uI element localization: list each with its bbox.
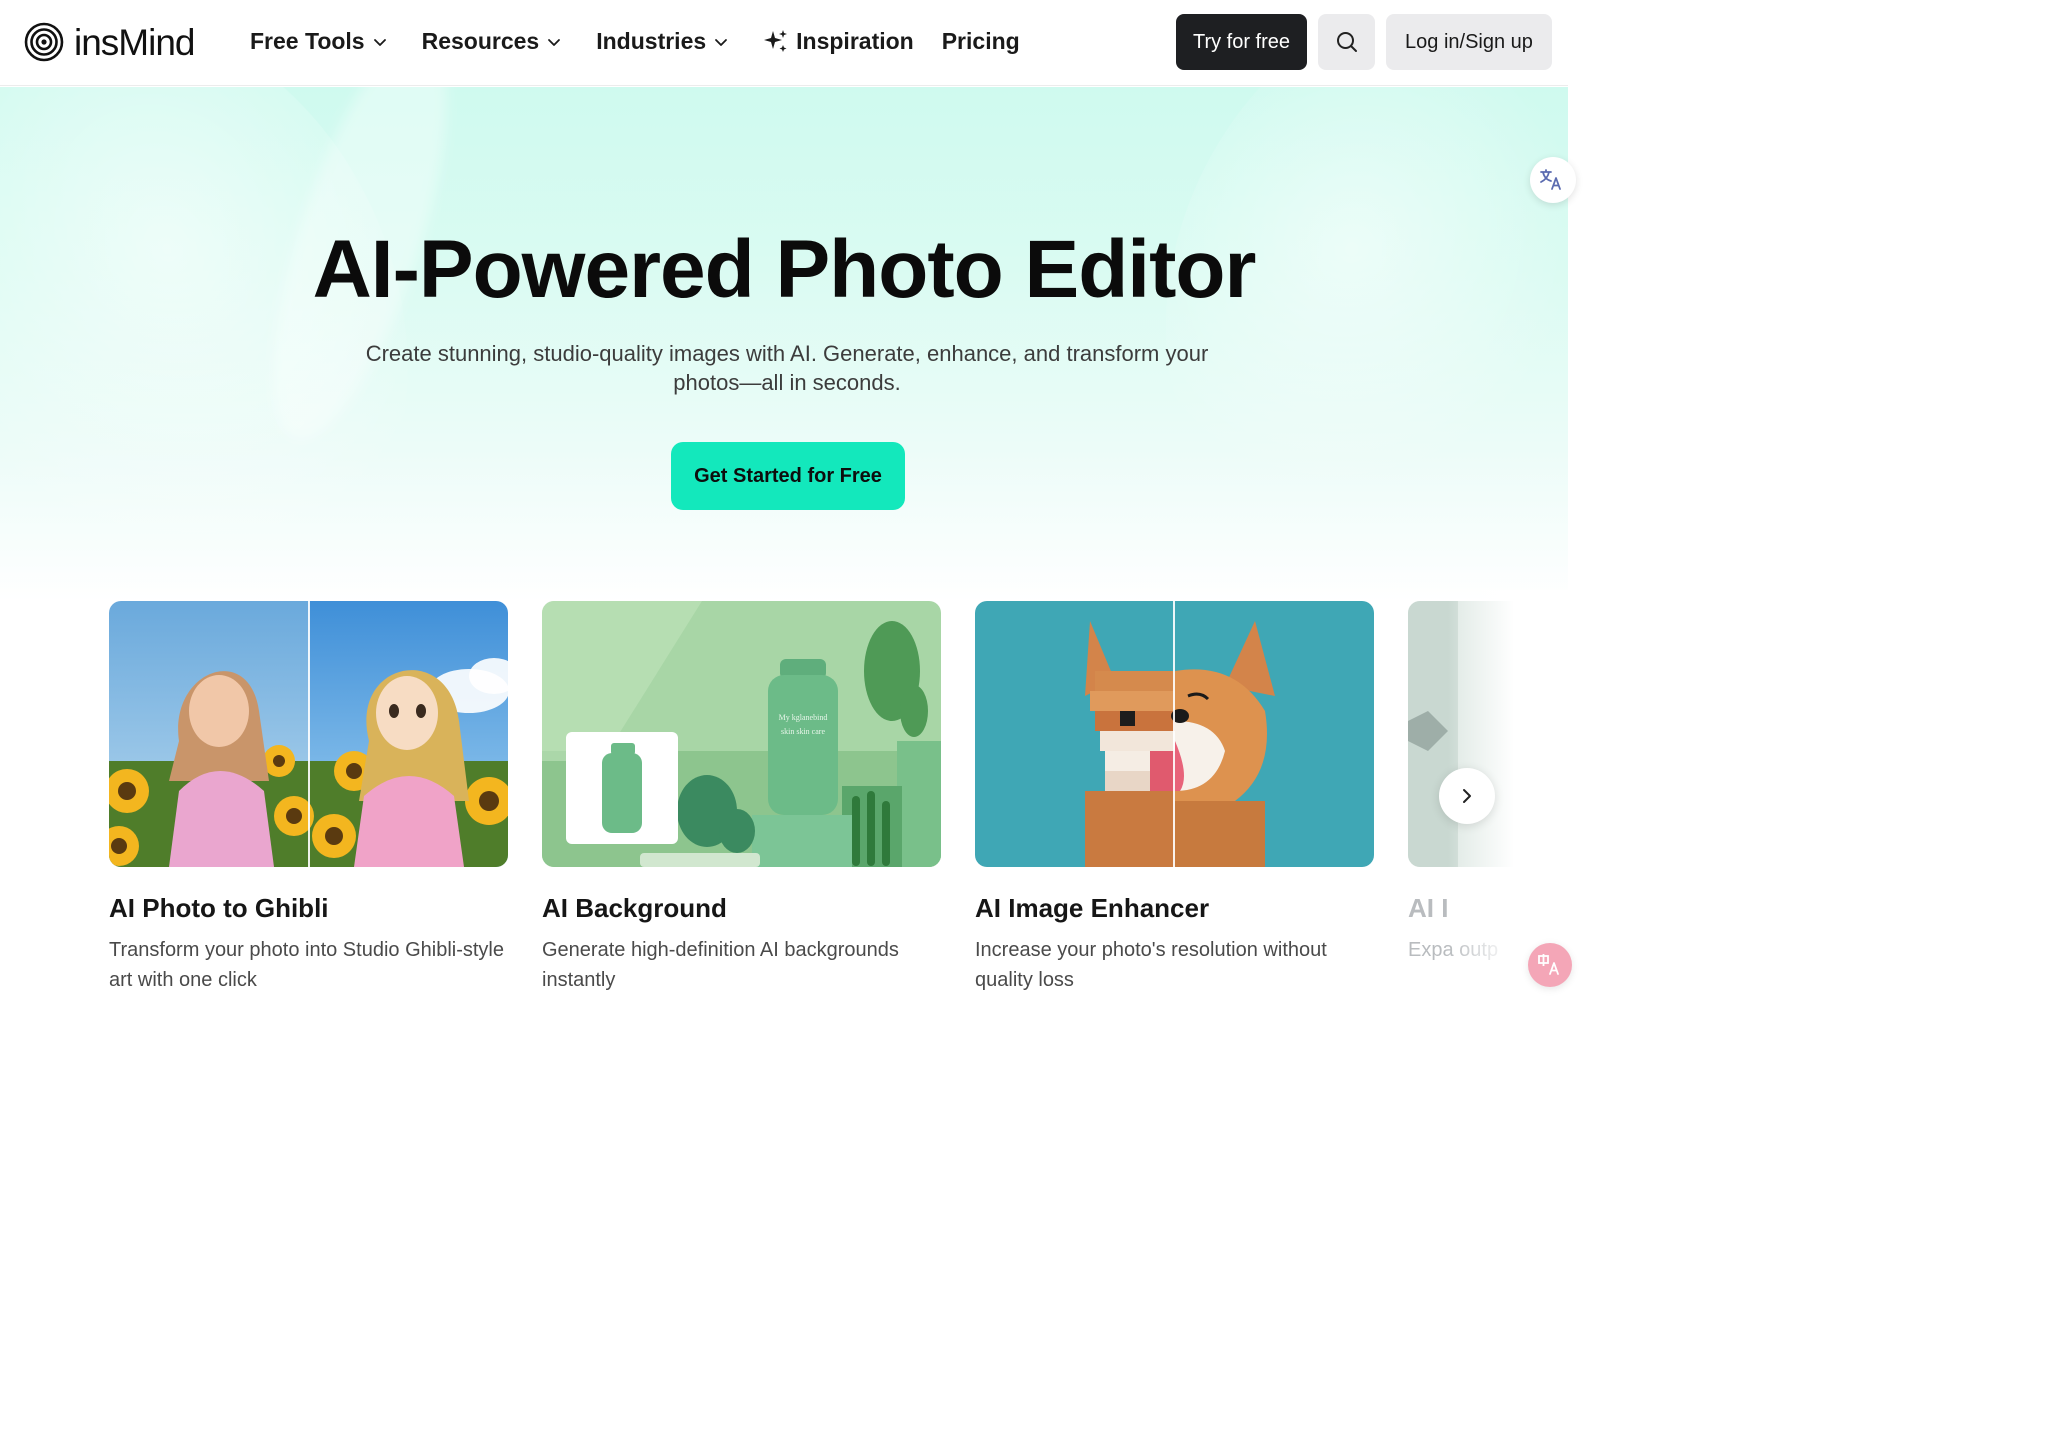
- brand-name: insMind: [74, 21, 195, 63]
- get-started-button[interactable]: Get Started for Free: [671, 442, 905, 510]
- nav-item-label: Free Tools: [250, 27, 365, 54]
- chevron-down-icon: [548, 39, 561, 46]
- translate-widget-zh[interactable]: [1528, 943, 1572, 987]
- skincare-bottle-image: My kglanebind skin skin care: [542, 601, 941, 867]
- tool-card-background[interactable]: My kglanebind skin skin care AI Backgrou…: [542, 601, 941, 995]
- bottle-label-line2: skin skin care: [781, 727, 825, 736]
- carousel-next-button[interactable]: [1439, 768, 1495, 824]
- translate-zh-icon: [1538, 954, 1559, 975]
- chevron-right-icon: [1463, 789, 1471, 803]
- top-nav: insMind Free Tools Resources Industries …: [0, 0, 1568, 86]
- chevron-down-icon: [373, 39, 386, 46]
- nav-item-free-tools[interactable]: Free Tools: [250, 28, 388, 55]
- hero-title: AI-Powered Photo Editor: [312, 224, 1257, 315]
- try-for-free-button[interactable]: Try for free: [1176, 14, 1307, 70]
- nav-item-label: Pricing: [941, 27, 1020, 54]
- brand-logo[interactable]: insMind: [24, 21, 195, 63]
- login-signup-button[interactable]: Log in/Sign up: [1386, 14, 1552, 70]
- card-description: Generate high-definition AI backgrounds …: [542, 939, 899, 991]
- card-image-enhancer[interactable]: [975, 601, 1374, 867]
- card-description: Increase your photo's resolution without…: [975, 939, 1327, 991]
- nav-item-label: Industries: [596, 27, 707, 54]
- nav-item-label: Resources: [421, 27, 540, 54]
- hero-section: AI-Powered Photo Editor Create stunning,…: [0, 87, 1568, 602]
- nav-item-inspiration[interactable]: Inspiration: [763, 28, 914, 55]
- hero-subtitle: Create stunning, studio-quality images w…: [365, 341, 1209, 395]
- card-image-background[interactable]: My kglanebind skin skin care: [542, 601, 941, 867]
- card-title: AI Background: [542, 893, 727, 923]
- card-image-ghibli[interactable]: [109, 601, 508, 867]
- bottle-label-line1: My kglanebind: [779, 713, 828, 722]
- logo-icon: [24, 22, 64, 62]
- search-button[interactable]: [1318, 14, 1375, 70]
- compare-divider[interactable]: [308, 601, 310, 867]
- card-title: AI Image Enhancer: [975, 893, 1210, 923]
- tool-card-enhancer[interactable]: AI Image Enhancer Increase your photo's …: [975, 601, 1374, 995]
- nav-item-label: Inspiration: [796, 27, 914, 54]
- nav-item-pricing[interactable]: Pricing: [942, 28, 1020, 55]
- tool-card-ghibli[interactable]: AI Photo to Ghibli Transform your photo …: [109, 601, 508, 995]
- nav-item-industries[interactable]: Industries: [596, 28, 729, 55]
- translate-widget[interactable]: [1530, 157, 1576, 203]
- search-icon: [1336, 32, 1357, 52]
- compare-divider[interactable]: [1173, 601, 1175, 867]
- nav-item-resources[interactable]: Resources: [422, 28, 563, 55]
- sparkle-icon: [764, 30, 788, 52]
- main-menu: Free Tools Resources Industries Inspirat…: [250, 26, 1054, 56]
- card-description: Transform your photo into Studio Ghibli-…: [109, 939, 504, 991]
- translate-icon: [1540, 169, 1561, 190]
- card-title: AI Photo to Ghibli: [109, 893, 329, 923]
- chevron-down-icon: [715, 39, 728, 46]
